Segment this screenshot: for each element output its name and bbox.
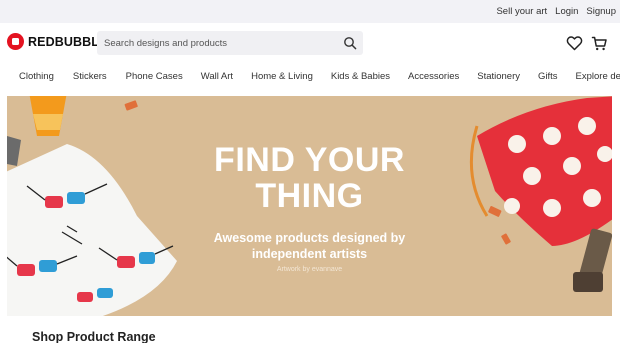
nav-item-kids-babies[interactable]: Kids & Babies <box>331 71 390 82</box>
nav-item-wall-art[interactable]: Wall Art <box>201 71 233 82</box>
nav-item-explore-designs[interactable]: Explore designs <box>576 71 620 82</box>
top-utility-bar: Sell your art Login Signup <box>0 0 620 23</box>
brand-name: REDBUBBLE <box>28 34 108 49</box>
artwork-credit[interactable]: Artwork by evannave <box>7 266 612 273</box>
search-icon[interactable] <box>343 36 357 50</box>
search-bar <box>97 31 363 55</box>
login-link[interactable]: Login <box>555 6 578 17</box>
site-header: REDBUBBLE <box>0 23 620 63</box>
section-title: Shop Product Range <box>32 330 156 343</box>
hero-headline-line1: FIND YOUR <box>214 141 405 179</box>
account-links: Sell your art Login Signup <box>496 0 616 23</box>
sell-your-art-link[interactable]: Sell your art <box>496 6 547 17</box>
nav-item-phone-cases[interactable]: Phone Cases <box>126 71 183 82</box>
nav-item-gifts[interactable]: Gifts <box>538 71 558 82</box>
logo-icon <box>7 33 24 50</box>
hero-subtitle-line2: independent artists <box>251 247 368 261</box>
search-input[interactable] <box>97 31 333 55</box>
header-actions <box>566 35 608 52</box>
nav-item-clothing[interactable]: Clothing <box>19 71 54 82</box>
hero-headline-line2: THING <box>255 177 364 215</box>
nav-item-home-living[interactable]: Home & Living <box>251 71 313 82</box>
heart-icon[interactable] <box>566 35 583 52</box>
nav-item-stickers[interactable]: Stickers <box>73 71 107 82</box>
category-nav: Clothing Stickers Phone Cases Wall Art H… <box>0 63 620 89</box>
hero-banner[interactable]: FIND YOUR THING Awesome products designe… <box>7 96 612 316</box>
ticket-left <box>124 100 138 111</box>
brand-logo[interactable]: REDBUBBLE <box>7 33 107 50</box>
nav-item-accessories[interactable]: Accessories <box>408 71 459 82</box>
signup-link[interactable]: Signup <box>586 6 616 17</box>
nav-item-stationery[interactable]: Stationery <box>477 71 520 82</box>
hero-subtitle-line1: Awesome products designed by <box>213 231 406 245</box>
cart-icon[interactable] <box>591 35 608 52</box>
